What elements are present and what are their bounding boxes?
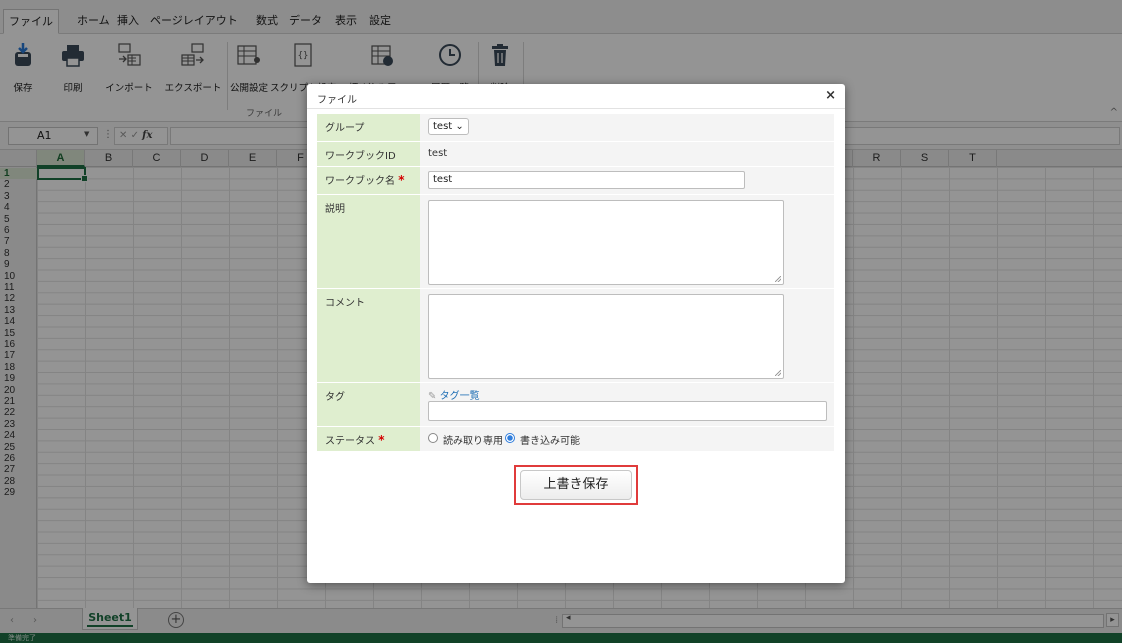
description-textarea[interactable]: [428, 200, 784, 285]
writable-label: 書き込み可能: [520, 436, 580, 447]
group-label: グループ: [317, 114, 420, 141]
comment-label: コメント: [317, 289, 420, 382]
writable-radio[interactable]: [505, 433, 515, 443]
group-row: グループ test ⌄: [317, 114, 834, 142]
group-select[interactable]: test ⌄: [428, 118, 469, 135]
workbook-name-label: ワークブック名 *: [317, 167, 420, 194]
status-label-text: ステータス: [325, 436, 375, 447]
workbook-id-value: test: [428, 148, 448, 159]
status-label: ステータス *: [317, 427, 420, 451]
chevron-down-icon: ⌄: [455, 121, 464, 132]
tag-input[interactable]: [428, 401, 827, 421]
description-label: 説明: [317, 195, 420, 288]
dialog-title: ファイル: [317, 95, 357, 106]
status-row: ステータス * 読み取り専用 書き込み可能: [317, 427, 834, 452]
required-mark: *: [378, 433, 385, 447]
workbook-name-row: ワークブック名 * test: [317, 167, 834, 195]
close-icon[interactable]: ×: [825, 88, 836, 103]
comment-textarea[interactable]: [428, 294, 784, 379]
tag-list-link[interactable]: ✎ タグ一覧: [428, 387, 480, 402]
tag-row: タグ ✎ タグ一覧: [317, 383, 834, 427]
workbook-id-row: ワークブックID test: [317, 142, 834, 167]
description-row: 説明: [317, 195, 834, 289]
required-mark: *: [398, 173, 405, 187]
group-select-value: test: [433, 121, 453, 132]
overwrite-save-button[interactable]: 上書き保存: [520, 470, 632, 500]
dialog-header: ファイル ×: [307, 84, 845, 109]
save-button-highlight: 上書き保存: [514, 465, 638, 505]
workbook-id-label: ワークブックID: [317, 142, 420, 166]
tag-label: タグ: [317, 383, 420, 426]
read-only-radio[interactable]: [428, 433, 438, 443]
file-dialog: ファイル × グループ test ⌄ ワークブックID test ワークブック名…: [307, 84, 845, 583]
workbook-name-input[interactable]: test: [428, 171, 745, 189]
read-only-label: 読み取り専用: [443, 436, 503, 447]
comment-row: コメント: [317, 289, 834, 383]
workbook-name-label-text: ワークブック名: [325, 176, 395, 187]
